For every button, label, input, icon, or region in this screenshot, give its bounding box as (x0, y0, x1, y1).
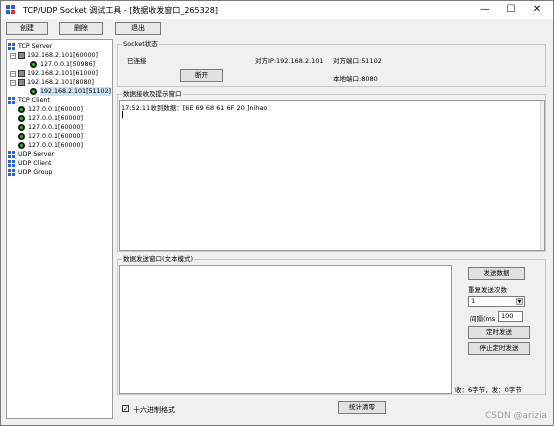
tree-tcp-server-label: TCP Server (18, 43, 53, 50)
app-window: TCP/UDP Socket 调试工具 - [数据收发窗口_265328] — … (0, 0, 554, 426)
interval-label: 间隔(ms (470, 315, 496, 323)
local-port: 本地端口:8080 (333, 75, 378, 83)
send-textarea[interactable] (119, 265, 452, 394)
interval-input[interactable]: 100 (498, 311, 523, 322)
window-title: TCP/UDP Socket 调试工具 - [数据收发窗口_265328] (23, 6, 218, 15)
send-group: 数据发送窗口(文本模式) 发送数据 重复发送次数 1 ▼ 间隔(ms 100 定… (117, 255, 546, 395)
tree-client-label: 127.0.0.1[60000] (28, 106, 83, 113)
connection-icon (30, 61, 37, 68)
app-icon (6, 5, 16, 15)
repeat-select[interactable]: 1 ▼ (468, 296, 525, 307)
connection-icon (30, 88, 37, 95)
receive-legend: 数据接收及提示窗口 (122, 90, 183, 99)
server-icon (18, 79, 25, 86)
repeat-label: 重复发送次数 (468, 286, 507, 294)
hex-format-label: 十六进制格式 (133, 406, 175, 414)
watermark: CSDN @arizia (485, 411, 547, 421)
network-icon (8, 97, 15, 104)
connection-state: 已连接 (127, 57, 147, 65)
delete-button[interactable]: 删除 (59, 22, 103, 35)
network-icon (8, 43, 15, 50)
minimize-button[interactable]: — (472, 1, 498, 19)
connection-icon (18, 124, 25, 131)
connection-icon (18, 133, 25, 140)
connection-icon (18, 142, 25, 149)
collapse-icon[interactable]: − (10, 71, 16, 77)
receive-line: 17:52:11收到数据：[6E 69 68 61 6F 20 ]nihao (121, 104, 268, 112)
chevron-down-icon[interactable]: ▼ (516, 298, 523, 305)
server-icon (18, 52, 25, 59)
tree-client-label: 127.0.0.1[60000] (28, 115, 83, 122)
send-legend: 数据发送窗口(文本模式) (122, 255, 195, 264)
tree-tcp-client-label: TCP Client (18, 97, 50, 104)
tree-client-label: 127.0.0.1[60000] (28, 133, 83, 140)
peer-ip: 对方IP:192.168.2.101 (255, 57, 324, 65)
send-data-button[interactable]: 发送数据 (468, 267, 525, 280)
connection-tree[interactable]: TCP Server − 192.168.2.101[60000] 127.0.… (6, 39, 113, 419)
timer-send-button[interactable]: 定时发送 (468, 326, 530, 339)
receive-textarea[interactable]: 17:52:11收到数据：[6E 69 68 61 6F 20 ]nihao (119, 100, 545, 251)
socket-status-legend: Socket状态 (122, 40, 159, 49)
connection-icon (18, 106, 25, 113)
tree-server-3-label: 192.168.2.101[8080] (27, 79, 95, 86)
collapse-icon[interactable]: − (10, 53, 16, 59)
maximize-button[interactable]: ☐ (498, 1, 524, 19)
tree-udp-group-label: UDP Group (18, 169, 53, 176)
clear-stats-button[interactable]: 统计清零 (338, 401, 386, 414)
collapse-icon[interactable]: − (10, 80, 16, 86)
network-icon (8, 160, 15, 167)
tree-server-1-label: 192.168.2.101[60000] (27, 52, 99, 59)
tree-udp-server-label: UDP Server (18, 151, 54, 158)
server-icon (18, 70, 25, 77)
disconnect-button[interactable]: 断开 (180, 69, 223, 82)
tree-udp-client-label: UDP Client (18, 160, 52, 167)
tree-server-3-conn-label: 192.168.2.101[51102] (40, 87, 112, 96)
tree-server-1-conn-label: 127.0.0.1[50986] (40, 61, 95, 68)
stop-timer-button[interactable]: 停止定时发送 (468, 342, 530, 355)
text-caret (122, 111, 123, 118)
connection-icon (18, 115, 25, 122)
title-bar: TCP/UDP Socket 调试工具 - [数据收发窗口_265328] — … (1, 1, 553, 19)
peer-port: 对方端口:51102 (333, 57, 382, 65)
create-button[interactable]: 创建 (6, 22, 48, 35)
close-button[interactable]: ✕ (524, 1, 550, 19)
toolbar: 创建 删除 退出 (1, 19, 553, 37)
network-icon (8, 169, 15, 176)
hex-format-checkbox[interactable]: ✓ (122, 405, 129, 413)
byte-stats: 收：6字节，发：0字节 (455, 386, 522, 394)
network-icon (8, 151, 15, 158)
tree-client-label: 127.0.0.1[60000] (28, 142, 83, 149)
scrollbar[interactable] (540, 101, 544, 250)
tree-client-label: 127.0.0.1[60000] (28, 124, 83, 131)
receive-group: 数据接收及提示窗口 17:52:11收到数据：[6E 69 68 61 6F 2… (117, 90, 546, 252)
socket-status-group: Socket状态 已连接 对方IP:192.168.2.101 对方端口:511… (117, 40, 546, 87)
repeat-value: 1 (471, 297, 476, 305)
exit-button[interactable]: 退出 (115, 22, 161, 35)
tree-server-2-label: 192.168.2.101[61000] (27, 70, 99, 77)
